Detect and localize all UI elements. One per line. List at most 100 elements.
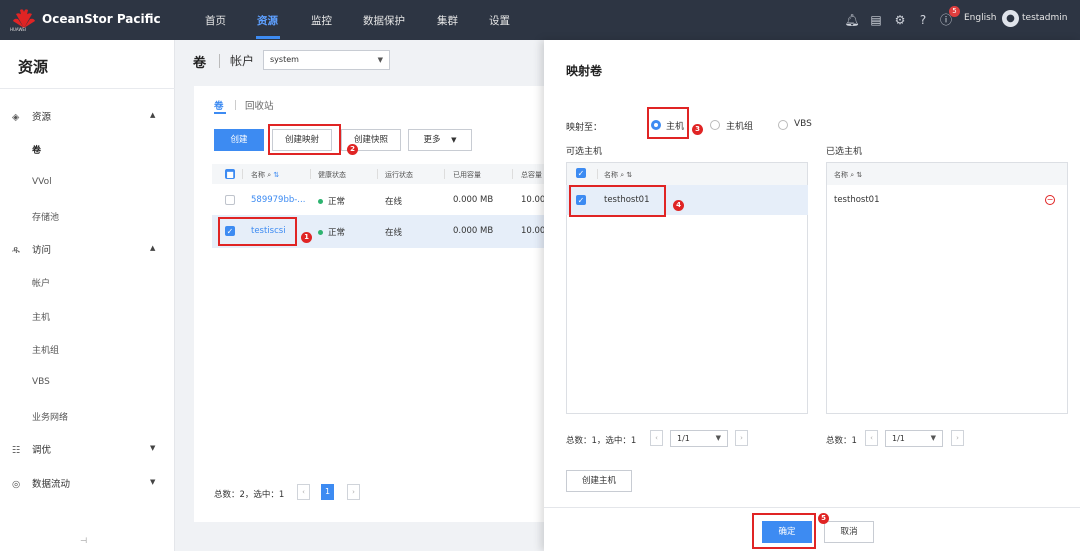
tab-recycle-bin[interactable]: 回收站 (245, 98, 274, 112)
select-all-checkbox[interactable]: ■ (225, 169, 235, 179)
host-name: testhost01 (834, 195, 880, 205)
nav-settings[interactable]: 设置 (489, 13, 510, 28)
tune-icon: ☷ (12, 445, 21, 456)
top-bar: HUAWEI OceanStor Pacific 首页 资源 监控 数据保护 集… (0, 0, 1080, 40)
create-button[interactable]: 创建 (214, 129, 264, 151)
row-checkbox[interactable] (225, 195, 235, 205)
available-hosts-title: 可选主机 (566, 147, 603, 157)
nav-cluster[interactable]: 集群 (437, 13, 458, 28)
radio-host-group[interactable] (710, 120, 720, 130)
chevron-down-icon[interactable]: ▼ (150, 444, 155, 452)
search-icon[interactable]: ⌕ (267, 171, 271, 179)
document-icon[interactable]: ▤ (867, 11, 885, 29)
chevron-down-icon[interactable]: ▼ (150, 478, 155, 486)
users-icon: ዱ (12, 245, 20, 256)
step-marker: 4 (673, 200, 684, 211)
nav-resources[interactable]: 资源 (257, 13, 278, 28)
nav-active-indicator (256, 36, 280, 39)
sidebar-item-host-group[interactable]: 主机组 (32, 343, 59, 356)
search-icon[interactable]: ⌕ (620, 171, 624, 179)
nav-data-protection[interactable]: 数据保护 (363, 13, 405, 28)
radio-host-group-label[interactable]: 主机组 (726, 119, 753, 132)
divider (235, 100, 236, 110)
column-total: 总容量 (521, 171, 542, 179)
used-capacity: 0.000 MB (453, 195, 494, 205)
tab-volume[interactable]: 卷 (214, 98, 224, 112)
account-select[interactable]: system ▼ (263, 50, 390, 70)
sidebar-item-service-network[interactable]: 业务网络 (32, 410, 68, 423)
radio-vbs[interactable] (778, 120, 788, 130)
more-button[interactable]: 更多 ▼ (408, 129, 472, 151)
chevron-up-icon[interactable]: ▲ (150, 111, 155, 119)
filter-icon[interactable]: ⇅ (856, 171, 862, 179)
filter-icon[interactable]: ⇅ (626, 171, 632, 179)
volume-card (194, 86, 544, 522)
username[interactable]: testadmin (1022, 13, 1067, 23)
flow-icon: ◎ (12, 479, 21, 490)
sidebar-item-volume[interactable]: 卷 (32, 143, 41, 156)
volume-name-link[interactable]: 589979bb-... (251, 195, 305, 205)
sidebar-group-data-flow[interactable]: ◎ 数据流动 (12, 476, 70, 490)
sidebar: 资源 ◈ 资源 ▲ 卷 VVol 存储池 ዱ 访问 ▲ 帐户 主机 主机组 VBS … (0, 40, 175, 551)
sidebar-item-account[interactable]: 帐户 (32, 276, 50, 289)
next-page-button[interactable]: › (347, 484, 360, 500)
prev-page-button[interactable]: ‹ (297, 484, 310, 500)
highlight-box (647, 107, 689, 139)
column-name[interactable]: 名称 ⌕ ⇅ (251, 170, 279, 180)
divider (597, 169, 598, 179)
selected-hosts-title: 已选主机 (826, 147, 863, 157)
bell-icon[interactable]: 🔔︎ (843, 11, 861, 29)
layers-icon: ◈ (12, 112, 20, 123)
chevron-down-icon: ▼ (715, 434, 721, 442)
page-1-button[interactable]: 1 (321, 484, 334, 500)
prev-page-button[interactable]: ‹ (650, 430, 663, 446)
sidebar-item-vbs[interactable]: VBS (32, 377, 50, 387)
sidebar-item-host[interactable]: 主机 (32, 310, 50, 323)
sort-icon[interactable]: ⇅ (273, 171, 279, 179)
column-used: 已用容量 (453, 171, 481, 179)
used-capacity: 0.000 MB (453, 226, 494, 236)
nav-monitor[interactable]: 监控 (311, 13, 332, 28)
step-marker: 5 (818, 513, 829, 524)
sidebar-group-access[interactable]: ዱ 访问 (12, 242, 51, 256)
total-capacity: 10.00 (521, 226, 546, 236)
search-icon[interactable]: ⌕ (850, 171, 854, 179)
sidebar-group-resources[interactable]: ◈ 资源 (12, 109, 51, 123)
chevron-up-icon[interactable]: ▲ (150, 244, 155, 252)
chevron-down-icon: ▼ (451, 136, 457, 144)
column-name[interactable]: 名称 ⌕ ⇅ (604, 170, 632, 180)
brand-text: HUAWEI (10, 27, 27, 32)
dialog-title: 映射卷 (566, 64, 603, 78)
sidebar-group-tuning[interactable]: ☷ 调优 (12, 442, 51, 456)
next-page-button[interactable]: › (951, 430, 964, 446)
column-name[interactable]: 名称 ⌕ ⇅ (834, 170, 862, 180)
tab-active-indicator (214, 112, 226, 114)
user-icon[interactable]: ● (1002, 10, 1019, 27)
nav-home[interactable]: 首页 (205, 13, 226, 28)
prev-page-button[interactable]: ‹ (865, 430, 878, 446)
collapse-sidebar-icon[interactable]: ⊣ (80, 536, 87, 545)
run-status: 在线 (385, 228, 403, 238)
page-select[interactable]: 1/1 ▼ (670, 430, 728, 447)
help-icon[interactable]: ? (914, 11, 932, 29)
healthy-dot-icon (318, 199, 323, 204)
column-health: 健康状态 (318, 171, 346, 179)
language-switch[interactable]: English (964, 13, 997, 23)
gear-icon[interactable]: ⚙ (891, 11, 909, 29)
selected-summary: 总数：1 (826, 436, 857, 446)
app-name: OceanStor Pacific (42, 12, 161, 26)
create-host-button[interactable]: 创建主机 (566, 470, 632, 492)
sidebar-item-vvol[interactable]: VVol (32, 177, 52, 187)
cancel-button[interactable]: 取消 (824, 521, 874, 543)
highlight-box (218, 217, 297, 246)
sidebar-title: 资源 (18, 58, 49, 76)
radio-vbs-label[interactable]: VBS (794, 119, 812, 129)
remove-icon[interactable]: − (1045, 195, 1055, 205)
select-all-checkbox[interactable]: ✓ (576, 168, 586, 178)
health-status: 正常 (318, 226, 345, 238)
available-summary: 总数：1，选中：1 (566, 436, 637, 446)
divider (444, 169, 445, 179)
page-select[interactable]: 1/1 ▼ (885, 430, 943, 447)
sidebar-item-storage-pool[interactable]: 存储池 (32, 210, 59, 223)
next-page-button[interactable]: › (735, 430, 748, 446)
